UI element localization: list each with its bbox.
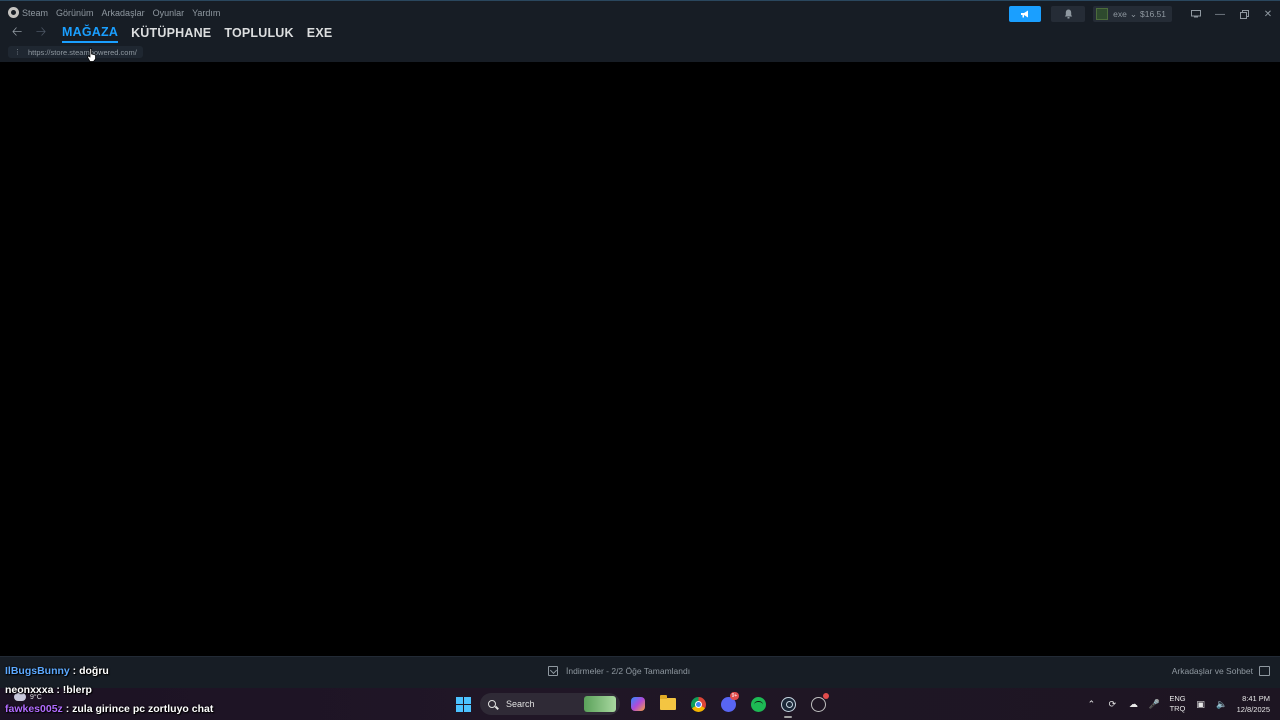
friends-chat-button[interactable]: Arkadaşlar ve Sohbet [1172,666,1270,676]
menu-friends[interactable]: Arkadaşlar [102,8,145,18]
taskbar-discord[interactable]: 9+ [716,692,740,716]
volume-icon[interactable]: 🔈 [1216,698,1228,710]
copilot-icon [631,697,645,711]
menu-games[interactable]: Oyunlar [153,8,185,18]
taskbar-chrome[interactable] [686,692,710,716]
megaphone-icon [1021,10,1029,18]
chat-text: : !blerp [56,684,92,696]
hand-cursor-icon [87,48,96,62]
wallet-balance: $16.51 [1140,9,1166,19]
tab-store[interactable]: MAĞAZA [62,25,119,43]
system-tray: ⌃ ⟳ ☁ 🎤 ENG TRQ ▣ 🔈 8:41 PM 12/8/2025 [1085,692,1270,716]
taskbar-file-explorer[interactable] [656,692,680,716]
chat-message: IlBugsBunny : doğru [5,665,109,677]
friends-icon [1259,666,1270,676]
search-icon [488,700,496,708]
steam-statusbar: İndirmeler - 2/2 Öğe Tamamlandı Arkadaşl… [0,656,1280,688]
minimize-button[interactable]: — [1208,6,1232,22]
clock-time: 8:41 PM [1242,694,1270,703]
steam-titlebar: Steam Görünüm Arkadaşlar Oyunlar Yardım … [0,0,1280,62]
announcements-button[interactable] [1009,6,1042,22]
downloads-status[interactable]: İndirmeler - 2/2 Öğe Tamamlandı [548,666,690,676]
account-name: exe [1113,9,1127,19]
friends-chat-label: Arkadaşlar ve Sohbet [1171,666,1253,676]
windows-start-icon[interactable] [452,693,474,715]
menu-steam[interactable]: Steam [8,7,48,18]
account-menu[interactable]: exe ⌄ $16.51 [1093,6,1172,22]
cloud-icon[interactable]: ☁ [1127,698,1139,710]
taskbar-other-app[interactable] [806,692,830,716]
chat-text: : zula girince pc zortluyo chat [65,703,214,715]
taskbar-clock[interactable]: 8:41 PM 12/8/2025 [1237,693,1270,715]
back-arrow-icon[interactable]: 🡠 [8,24,26,42]
chrome-icon [690,696,706,712]
search-highlight-image [584,696,616,712]
forward-arrow-icon[interactable]: 🡢 [32,24,50,42]
keyboard-layout: TRQ [1169,704,1186,713]
minimize-icon: — [1215,8,1225,20]
tab-community[interactable]: TOPLULUK [224,26,293,42]
taskbar-apps: Search 9+ [452,692,830,718]
language-indicator[interactable]: ENG TRQ [1169,694,1185,714]
menu-steam-label: Steam [22,7,49,18]
spotify-icon [750,696,766,712]
chat-username: IlBugsBunny [5,665,70,677]
taskbar-spotify[interactable] [746,692,770,716]
taskbar-steam[interactable] [776,692,800,718]
chat-message: neonxxxa : !blerp [5,684,92,696]
monitor-icon [1191,10,1201,18]
close-button[interactable]: ✕ [1256,6,1280,22]
download-icon [548,666,558,676]
taskbar-search[interactable]: Search [480,693,620,715]
steam-icon [780,696,796,712]
menu-bar: Steam Görünüm Arkadaşlar Oyunlar Yardım [8,7,220,18]
chevron-up-icon[interactable]: ⌃ [1085,698,1097,710]
restore-button[interactable] [1232,6,1256,22]
titlebar-tools: exe ⌄ $16.51 — ✕ [1009,5,1280,23]
url-text: https://store.steampowered.com/ [28,47,137,57]
main-tabs: MAĞAZA KÜTÜPHANE TOPLULUK EXE [62,25,332,43]
discord-badge: 9+ [730,692,739,700]
tab-library[interactable]: KÜTÜPHANE [131,26,211,42]
microphone-icon[interactable]: 🎤 [1148,698,1160,710]
chevron-down-icon: ⌄ [1129,8,1137,19]
taskbar-copilot[interactable] [626,692,650,716]
sync-icon[interactable]: ⟳ [1106,698,1118,710]
avatar [1096,8,1109,20]
menu-view[interactable]: Görünüm [56,8,94,18]
downloads-label: İndirmeler - 2/2 Öğe Tamamlandı [566,666,691,676]
notifications-button[interactable] [1051,6,1086,22]
app-icon [810,696,826,712]
chat-username: neonxxxa [5,684,54,696]
big-picture-button[interactable] [1184,6,1208,22]
chat-username: fawkes005z [5,703,63,715]
loading-icon: ⋮ [14,49,21,56]
tab-profile[interactable]: EXE [307,26,333,42]
folder-icon [660,695,676,710]
notification-dot [823,693,829,699]
navigation: 🡠 🡢 MAĞAZA KÜTÜPHANE TOPLULUK EXE [8,24,332,43]
store-content [0,62,1280,656]
clock-date: 12/8/2025 [1236,705,1270,714]
menu-help[interactable]: Yardım [192,8,220,18]
language-code: ENG [1169,694,1186,703]
bell-icon [1064,9,1072,19]
steam-logo-icon [8,7,19,18]
chat-message: fawkes005z : zula girince pc zortluyo ch… [5,703,213,715]
close-icon: ✕ [1263,8,1273,20]
wifi-icon[interactable]: ▣ [1195,698,1207,710]
chat-text: : doğru [72,665,109,677]
taskbar-search-label: Search [506,699,535,709]
url-bar[interactable]: ⋮ https://store.steampowered.com/ [8,46,143,58]
restore-icon [1239,9,1249,19]
